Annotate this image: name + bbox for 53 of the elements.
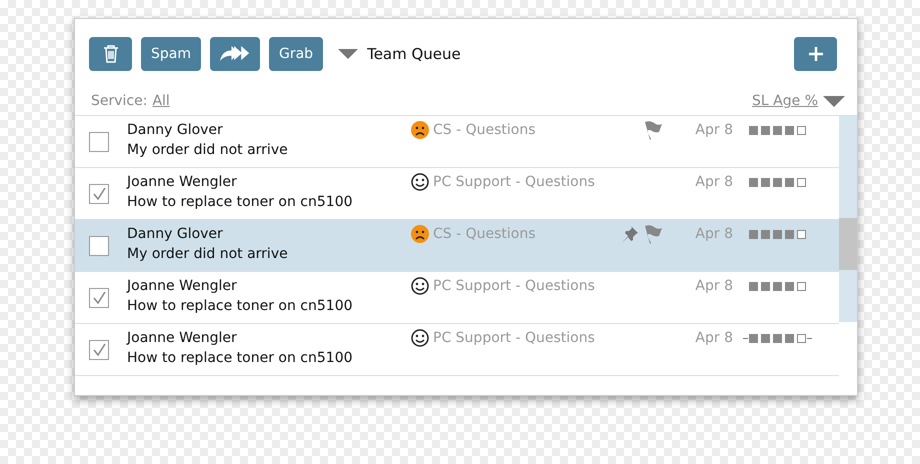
service-name: PC Support - Questions <box>433 174 595 190</box>
smiley-icon <box>411 173 429 191</box>
checkbox[interactable] <box>89 288 109 308</box>
ticket-subject: My order did not arrive <box>127 245 289 264</box>
ticket-subject: My order did not arrive <box>127 141 289 160</box>
sad-face-icon <box>411 121 429 139</box>
scroll-thumb[interactable] <box>839 218 857 270</box>
service-filter-link[interactable]: All <box>152 93 170 109</box>
ticket-date: Apr 8 <box>694 329 733 348</box>
ticket-row[interactable]: Joanne Wengler How to replace toner on cn5100 PC Support - Questions Apr 8 <box>75 272 839 324</box>
smiley-icon <box>411 329 429 347</box>
checkbox[interactable] <box>89 184 109 204</box>
customer-name: Joanne Wengler <box>127 329 238 348</box>
pin-icon[interactable] <box>621 225 639 243</box>
checkbox[interactable] <box>89 340 109 360</box>
ticket-row[interactable]: Danny Glover My order did not arrive CS - Questions Apr 8 <box>75 220 839 272</box>
ticket-date: Apr 8 <box>694 121 733 140</box>
customer-name: Joanne Wengler <box>127 173 238 192</box>
service-name: CS - Questions <box>433 122 536 138</box>
flag-icon[interactable] <box>643 224 663 244</box>
customer-name: Danny Glover <box>127 121 224 140</box>
service-label: Service: <box>91 93 148 109</box>
sad-face-icon <box>411 225 429 243</box>
double-arrow-icon <box>220 44 250 64</box>
ticket-subject: How to replace toner on cn5100 <box>127 349 354 368</box>
ticket-date: Apr 8 <box>694 277 733 296</box>
service-name: PC Support - Questions <box>433 278 595 294</box>
smiley-icon <box>411 277 429 295</box>
queue-title: Team Queue <box>367 44 461 62</box>
scrollbar[interactable] <box>839 116 857 322</box>
spam-button[interactable]: Spam <box>141 36 201 70</box>
ticket-row[interactable]: Danny Glover My order did not arrive CS - Questions Apr 8 <box>75 116 839 168</box>
ticket-date: Apr 8 <box>694 173 733 192</box>
forward-button[interactable] <box>210 36 260 70</box>
ticket-row[interactable]: Joanne Wengler How to replace toner on cn5100 PC Support - Questions Apr 8 <box>75 324 839 376</box>
sort-caret-icon[interactable] <box>823 96 845 106</box>
trash-icon <box>102 44 118 62</box>
ticket-date: Apr 8 <box>694 225 733 244</box>
checkbox[interactable] <box>89 236 109 256</box>
customer-name: Joanne Wengler <box>127 277 238 296</box>
add-button[interactable] <box>794 36 837 70</box>
dropdown-caret-icon[interactable] <box>338 48 358 58</box>
ticket-subject: How to replace toner on cn5100 <box>127 297 354 316</box>
flag-icon[interactable] <box>643 120 663 140</box>
grab-button[interactable]: Grab <box>269 36 324 70</box>
service-name: PC Support - Questions <box>433 330 595 346</box>
customer-name: Danny Glover <box>127 225 224 244</box>
plus-icon <box>808 46 824 62</box>
sort-link[interactable]: SL Age % <box>752 93 818 109</box>
delete-button[interactable] <box>89 36 132 70</box>
ticket-subject: How to replace toner on cn5100 <box>127 193 354 212</box>
service-name: CS - Questions <box>433 226 536 242</box>
checkbox[interactable] <box>89 132 109 152</box>
